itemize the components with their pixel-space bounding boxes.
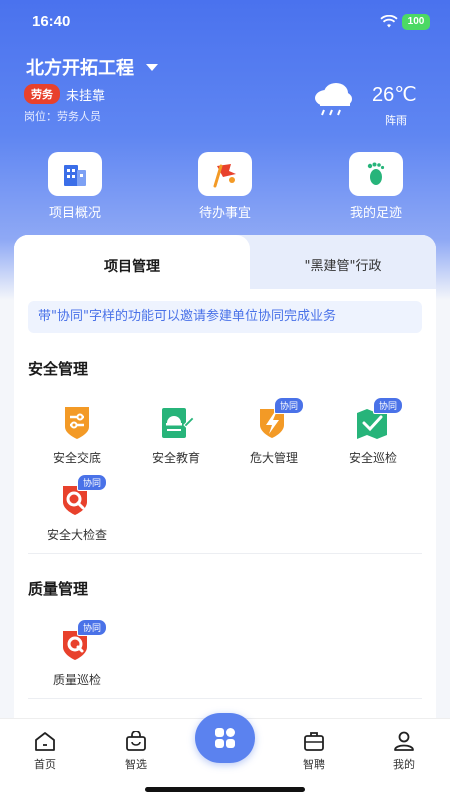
post-text: 岗位：劳务人员 [24, 110, 101, 123]
project-name: 北方开拓工程 [26, 58, 134, 79]
collab-tag: 协同 [274, 397, 305, 414]
quality-shield-icon: 协同 [57, 619, 108, 663]
bottom-nav: 首页 智选 智聘 我的 [0, 713, 450, 800]
quick-project-overview[interactable]: 项目概况 [15, 152, 135, 221]
caret-down-icon [146, 63, 158, 71]
item-label: 安全大检查 [46, 528, 107, 542]
nav-mine[interactable]: 我的 [374, 731, 434, 772]
role-row: 劳务 未挂靠 [24, 84, 105, 104]
battery-indicator: 100 [402, 14, 430, 30]
item-label: 质量巡检 [52, 673, 101, 687]
status-time: 16:40 [32, 13, 71, 30]
item-safety-patrol[interactable]: 协同 安全巡检 [328, 397, 418, 466]
search-shield-icon: 协同 [57, 474, 108, 518]
item-safety-education[interactable]: 安全教育 [131, 405, 221, 466]
map-check-icon: 协同 [353, 397, 404, 441]
item-label: 安全交底 [52, 451, 101, 465]
nav-label: 智选 [125, 758, 147, 771]
quick-label: 项目概况 [48, 206, 101, 221]
weather-condition: 阵雨 [385, 114, 407, 127]
nav-home[interactable]: 首页 [15, 731, 75, 772]
lightning-shield-icon: 协同 [254, 397, 305, 441]
notice-banner: 带"协同"字样的功能可以邀请参建单位协同完成业务 [28, 301, 422, 333]
building-icon [48, 152, 102, 196]
nav-label: 首页 [34, 758, 56, 771]
section-title-quality: 质量管理 [25, 580, 91, 603]
shopping-bag-icon [126, 730, 146, 751]
footprint-icon [349, 152, 403, 196]
item-major-hazard[interactable]: 协同 危大管理 [229, 397, 319, 466]
tab-label: 项目管理 [102, 256, 162, 279]
project-selector[interactable]: 北方开拓工程 [26, 54, 158, 80]
home-indicator [145, 787, 305, 792]
collab-tag: 协同 [77, 619, 108, 636]
item-label: 安全巡检 [348, 451, 397, 465]
user-icon [394, 731, 414, 751]
item-label: 安全教育 [151, 451, 200, 465]
wifi-icon [380, 15, 398, 28]
nav-apps-button[interactable] [195, 713, 255, 763]
collab-tag: 协同 [77, 474, 108, 491]
weather-widget: 26℃ 阵雨 [310, 80, 430, 130]
home-icon [35, 732, 55, 751]
shield-sliders-icon [57, 405, 97, 441]
quick-todo[interactable]: 待办事宜 [165, 152, 285, 221]
temperature: 26℃ [372, 84, 417, 106]
tab-project-management[interactable]: 项目管理 [14, 235, 250, 291]
section-divider [28, 698, 422, 699]
apps-icon [215, 728, 235, 748]
helmet-book-icon [156, 405, 196, 441]
item-quality-patrol[interactable]: 协同 质量巡检 [32, 619, 122, 688]
nav-smart-recruit[interactable]: 智聘 [284, 731, 344, 772]
flag-icon [198, 152, 252, 196]
nav-label: 我的 [393, 758, 415, 771]
nav-label: 智聘 [303, 758, 325, 771]
item-safety-inspection[interactable]: 协同 安全大检查 [32, 474, 122, 543]
management-card: 项目管理 "黑建管"行政 带"协同"字样的功能可以邀请参建单位协同完成业务 安全… [14, 235, 436, 735]
rain-cloud-icon [315, 83, 352, 116]
tab-black-admin[interactable]: "黑建管"行政 [250, 255, 436, 274]
role-badge: 劳务 [24, 84, 60, 104]
item-label: 危大管理 [249, 451, 298, 465]
quick-footprint[interactable]: 我的足迹 [316, 152, 436, 221]
section-divider [28, 553, 422, 554]
quick-label: 待办事宜 [198, 206, 251, 221]
section-title-safety: 安全管理 [25, 360, 91, 383]
item-safety-briefing[interactable]: 安全交底 [32, 405, 122, 466]
status-bar: 16:40 100 [0, 0, 450, 44]
quick-label: 我的足迹 [349, 206, 402, 221]
collab-tag: 协同 [373, 397, 404, 414]
affiliation-text: 未挂靠 [66, 88, 106, 104]
briefcase-icon [304, 732, 324, 751]
nav-smart-select[interactable]: 智选 [106, 730, 166, 772]
